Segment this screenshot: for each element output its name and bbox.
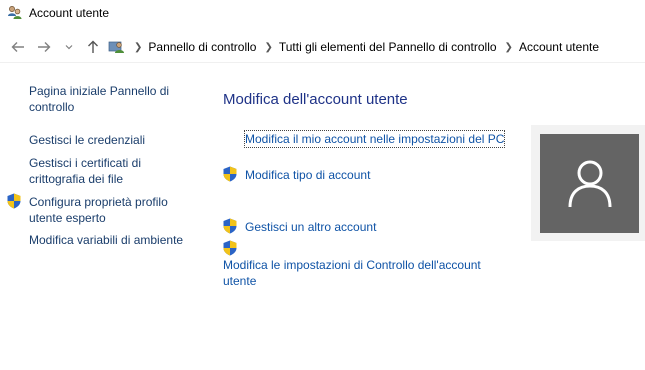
manage-another-account-link[interactable]: Gestisci un altro account (245, 219, 376, 235)
page-title: Modifica dell'account utente (223, 91, 408, 108)
change-account-type-link[interactable]: Modifica tipo di account (245, 167, 370, 183)
breadcrumb-all-items[interactable]: Tutti gli elementi del Pannello di contr… (279, 40, 497, 54)
sidebar-item-manage-credentials[interactable]: Gestisci le credenziali (29, 132, 194, 148)
title-bar: Account utente (0, 0, 645, 28)
account-picture-frame (531, 125, 645, 241)
window-title: Account utente (29, 6, 110, 20)
breadcrumb-separator-icon: ❯ (264, 41, 273, 53)
up-arrow-icon[interactable] (84, 38, 102, 56)
navigation-bar: ❯ Pannello di controllo ❯ Tutti gli elem… (0, 32, 645, 63)
breadcrumb-separator-icon: ❯ (504, 41, 513, 53)
breadcrumb-user-accounts[interactable]: Account utente (519, 40, 599, 54)
sidebar-item-advanced-profile-properties[interactable]: Configura proprietà profilo utente esper… (29, 194, 194, 226)
breadcrumb-separator-icon: ❯ (134, 41, 143, 53)
breadcrumb-control-panel[interactable]: Pannello di controllo (148, 40, 256, 54)
forward-arrow-icon[interactable] (35, 38, 53, 56)
sidebar-item-control-panel-home[interactable]: Pagina iniziale Pannello di controllo (29, 83, 194, 115)
back-arrow-icon[interactable] (9, 38, 27, 56)
address-bar[interactable]: ❯ Pannello di controllo ❯ Tutti gli elem… (106, 35, 645, 59)
user-avatar-icon (540, 134, 639, 233)
user-accounts-icon (7, 5, 23, 21)
sidebar-item-file-encryption-certificates[interactable]: Gestisci i certificati di crittografia d… (29, 155, 194, 187)
change-account-in-pc-settings-link[interactable]: Modifica il mio account nelle impostazio… (243, 130, 506, 148)
uac-shield-icon (223, 218, 237, 234)
uac-shield-icon (223, 166, 237, 182)
uac-shield-icon (7, 193, 21, 209)
uac-shield-icon (223, 240, 237, 256)
control-panel-icon (108, 39, 126, 55)
chevron-down-icon[interactable] (63, 38, 75, 56)
sidebar-item-environment-variables[interactable]: Modifica variabili di ambiente (29, 232, 194, 248)
change-uac-settings-link[interactable]: Modifica le impostazioni di Controllo de… (223, 257, 513, 289)
